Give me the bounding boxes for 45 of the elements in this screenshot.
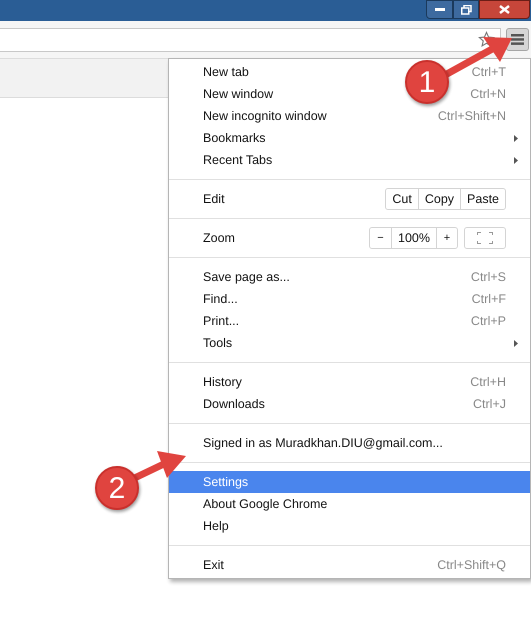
menu-item[interactable]: Downloads (203, 394, 265, 414)
edit-button[interactable]: Cut (386, 189, 418, 209)
close-icon (499, 5, 510, 14)
edit-button[interactable]: Copy (418, 189, 460, 209)
minimize-icon (434, 8, 444, 12)
shortcut-label: Ctrl+Shift+N (438, 108, 507, 125)
edit-button[interactable]: Paste (460, 189, 505, 209)
menu-item[interactable]: New window (203, 84, 274, 104)
menu-item-label: Zoom (203, 230, 236, 247)
minimize-button[interactable] (426, 0, 453, 19)
shortcut-label: Ctrl+S (470, 268, 507, 286)
menu-item[interactable]: About Google Chrome (203, 494, 328, 514)
menu-item[interactable]: Signed in as Muradkhan.DIU@gmail.com... (203, 434, 443, 452)
menu-item[interactable]: Exit (203, 556, 224, 574)
zoom-out-button[interactable]: − (370, 228, 392, 248)
zoom-level: 100% (391, 228, 436, 248)
address-bar[interactable] (0, 28, 501, 52)
zoom-in-button[interactable]: + (436, 228, 457, 248)
menu-item[interactable]: Print... (203, 312, 240, 330)
menu-item[interactable]: Help (203, 516, 229, 536)
menu-icon (511, 34, 524, 45)
menu-item[interactable]: New tab (203, 62, 249, 82)
fullscreen-icon (477, 232, 493, 244)
restore-icon (460, 4, 472, 14)
maximize-button[interactable] (453, 0, 479, 19)
menu-item[interactable]: Find... (203, 290, 238, 308)
shortcut-label: Ctrl+Shift+Q (437, 556, 507, 574)
shortcut-label: Ctrl+P (470, 312, 507, 330)
shortcut-label: Ctrl+N (470, 86, 507, 103)
menu-item[interactable]: History (203, 372, 242, 392)
menu-item[interactable]: Recent Tabs (203, 150, 272, 170)
shortcut-label: Ctrl+T (472, 64, 507, 81)
shortcut-label: Ctrl+J (473, 396, 507, 413)
menu-item[interactable]: Save page as... (203, 268, 290, 286)
close-button[interactable] (479, 0, 530, 19)
menu-button[interactable] (506, 28, 529, 51)
shortcut-label: Ctrl+F (472, 290, 507, 308)
menu-item[interactable]: Settings (203, 472, 248, 492)
menu-item[interactable]: Tools (203, 334, 232, 352)
shortcut-label: Ctrl+H (470, 374, 507, 391)
callout-number: 2 (95, 466, 139, 510)
menu-item[interactable]: New incognito window (203, 106, 327, 126)
menu-item-label: Edit (203, 190, 226, 208)
fullscreen-button[interactable] (464, 227, 506, 249)
menu-item[interactable]: Bookmarks (203, 128, 266, 148)
